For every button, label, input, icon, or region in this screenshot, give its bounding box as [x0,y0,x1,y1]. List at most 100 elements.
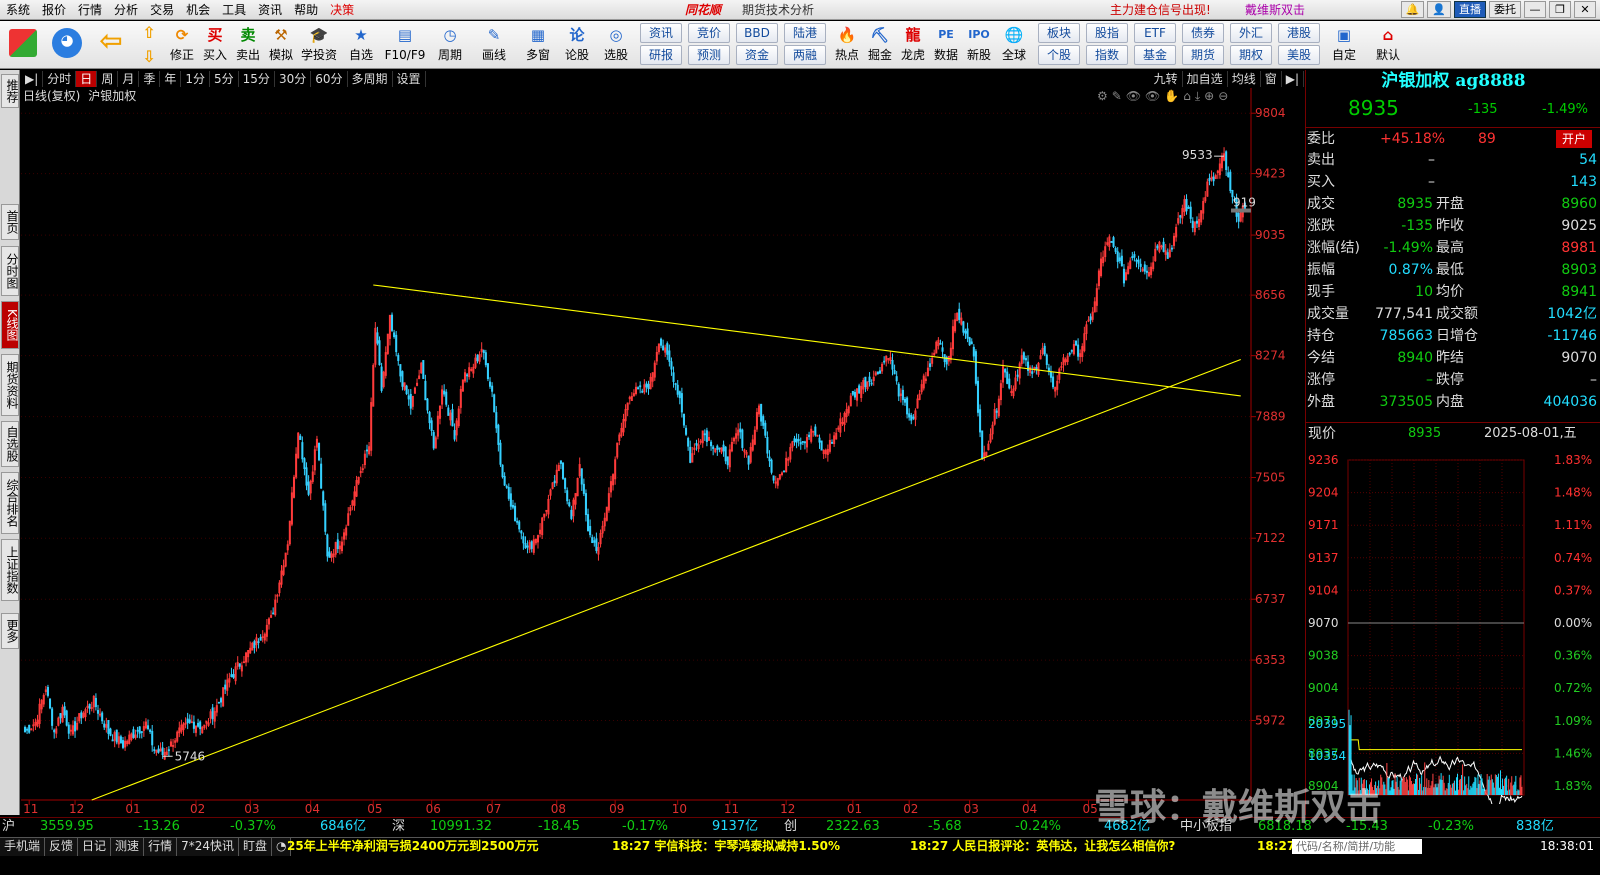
menu-decision[interactable]: 决策 [324,0,360,20]
open-account-button[interactable]: 开户 [1556,130,1593,148]
tab-ranking[interactable]: 综合排名 [1,472,19,534]
idx-cy-name[interactable]: 创 [784,818,797,836]
toolbar-hot[interactable]: 🔥 热点 [830,23,864,67]
news-item-3[interactable]: 18:27 人民日报评论：英伟达，让我怎么相信你? [910,838,1175,855]
toolbar-dragon[interactable]: 龍龙虎 [896,23,930,67]
menu-help[interactable]: 帮助 [288,0,324,20]
search-input[interactable]: 代码/名称/简拼/功能 [1292,839,1422,854]
toolbar-g2-sector[interactable]: 板块 [1038,23,1080,43]
period-year[interactable]: 年 [160,71,182,87]
period-timeshare[interactable]: 分时 [43,71,77,87]
status-tab-market[interactable]: 行情 [144,838,178,856]
period-month[interactable]: 月 [118,71,140,87]
add-watch-button[interactable]: 加自选 [1183,71,1228,87]
menu-trade[interactable]: 交易 [144,0,180,20]
window-button[interactable]: 窗 [1261,71,1282,87]
menu-system[interactable]: 系统 [0,0,36,20]
toolbar-btn-2[interactable]: 卖卖出 [231,23,265,67]
toolbar-g2-index-fut[interactable]: 股指 [1086,23,1128,43]
toolbar-btn-11[interactable]: ◎ 选股 [596,23,636,67]
back-button[interactable]: ⇦ [94,23,128,67]
toolbar-g2-stock[interactable]: 个股 [1038,45,1080,65]
toolbar-g2-index[interactable]: 指数 [1086,45,1128,65]
nine-turn-button[interactable]: 九转 [1150,71,1183,87]
tab-home[interactable]: 首页 [1,204,19,240]
period-5min[interactable]: 5分 [210,71,239,87]
ma-button[interactable]: 均线 [1228,71,1261,87]
menu-news[interactable]: 资讯 [252,0,288,20]
status-tab-watch[interactable]: 盯盘 [238,838,272,856]
menu-analysis[interactable]: 分析 [108,0,144,20]
close-icon[interactable]: ✕ [1574,1,1596,18]
toolbar-g2-usstock[interactable]: 美股 [1278,45,1320,65]
signal-author-link[interactable]: 戴维斯双击 [1245,0,1305,20]
toolbar-g2-fund[interactable]: 基金 [1134,45,1176,65]
toolbar-btn-9[interactable]: ▦ 多窗 [518,23,558,67]
toolbar-mine[interactable]: ⛏ 掘金 [863,23,897,67]
toolbar-data[interactable]: PE 数据 [929,23,963,67]
toolbar-g2-fx[interactable]: 外汇 [1230,23,1272,43]
period-week[interactable]: 周 [97,71,119,87]
toolbar-btn-3[interactable]: ⚒ 模拟 [264,23,298,67]
menu-quote[interactable]: 报价 [36,0,72,20]
toolbar-btn-1[interactable]: 买买入 [198,23,232,67]
toolbar-g2-etf[interactable]: ETF [1134,23,1176,43]
order-button[interactable]: 委托 [1489,1,1521,18]
toolbar-btn-6[interactable]: ▤ F10/F9 [384,23,426,67]
toolbar-btn-10[interactable]: 论论股 [560,23,594,67]
tab-timeshare[interactable]: 分时图 [1,246,19,296]
menu-tools[interactable]: 工具 [216,0,252,20]
news-item-1[interactable]: 25年上半年净利润亏损2400万元到2500万元 [287,838,539,855]
robot-button[interactable]: ◕ [50,23,84,67]
tab-watchlist[interactable]: 自选股 [1,421,19,467]
toolbar-grid-margin[interactable]: 两融 [784,45,826,65]
period-30min[interactable]: 30分 [275,71,312,87]
bell-icon[interactable]: 🔔 [1400,1,1425,18]
kline-chart-area[interactable]: 日线(复权) 沪银加权 ⚙✎👁👁✋⌂⤓⊕⊖ 9804 9423 9035 8656 82… [21,88,1304,815]
toolbar-grid-report[interactable]: 研报 [640,45,682,65]
toolbar-global[interactable]: 🌐 全球 [995,23,1033,67]
live-button[interactable]: 直播 [1454,1,1486,18]
period-day[interactable]: 日 [76,71,98,87]
toolbar-default[interactable]: ⌂ 默认 [1368,23,1408,67]
period-quarter[interactable]: 季 [139,71,161,87]
updown-button[interactable]: ⇧ ⇩ [136,23,162,67]
play-icon[interactable]: ▶| [21,71,44,87]
toolbar-grid-hk[interactable]: 陆港 [784,23,826,43]
status-tab-diary[interactable]: 日记 [78,838,112,856]
toolbar-grid-bid[interactable]: 竞价 [688,23,730,43]
idx-sh-name[interactable]: 沪 [2,818,15,836]
home-grid-button[interactable] [6,23,40,67]
news-item-2[interactable]: 18:27 宇信科技：宇琴鸿泰拟减持1.50% [612,838,840,855]
restore-icon[interactable]: ❐ [1549,1,1571,18]
tab-futures-info[interactable]: 期货资料 [1,354,19,416]
tab-recommend[interactable]: 推荐 [1,74,19,108]
tab-more[interactable]: 更多 [1,613,19,649]
toolbar-grid-bbd[interactable]: BBD [736,23,778,43]
period-multi[interactable]: 多周期 [348,71,393,87]
period-60min[interactable]: 60分 [311,71,348,87]
toolbar-btn-0[interactable]: ⟳ 修正 [165,23,199,67]
period-settings[interactable]: 设置 [393,71,426,87]
status-tab-mobile[interactable]: 手机端 [0,838,46,856]
user-icon[interactable]: 👤 [1427,1,1451,18]
toolbar-btn-4[interactable]: 🎓 学投资 [300,23,338,67]
minimize-icon[interactable]: — [1524,1,1546,18]
period-15min[interactable]: 15分 [239,71,275,87]
toolbar-g2-hkstock[interactable]: 港股 [1278,23,1320,43]
toolbar-g2-futures[interactable]: 期货 [1182,45,1224,65]
toolbar-grid-news[interactable]: 资讯 [640,23,682,43]
menu-opportunity[interactable]: 机会 [180,0,216,20]
status-tab-flash[interactable]: 7*24快讯 [177,838,239,856]
collapse-icon[interactable]: ▶| [1282,71,1304,87]
signal-alert-link[interactable]: 主力建仓信号出现! [1110,0,1211,20]
toolbar-grid-forecast[interactable]: 预测 [688,45,730,65]
news-item-4[interactable]: 18:27 [1257,838,1295,855]
toolbar-btn-5[interactable]: ★ 自选 [342,23,380,67]
status-tab-speedtest[interactable]: 测速 [111,838,145,856]
idx-sz-name[interactable]: 深 [392,818,405,836]
menu-market[interactable]: 行情 [72,0,108,20]
toolbar-custom[interactable]: ▣ 自定 [1326,23,1362,67]
toolbar-grid-funds[interactable]: 资金 [736,45,778,65]
toolbar-ipo[interactable]: IPO 新股 [962,23,996,67]
